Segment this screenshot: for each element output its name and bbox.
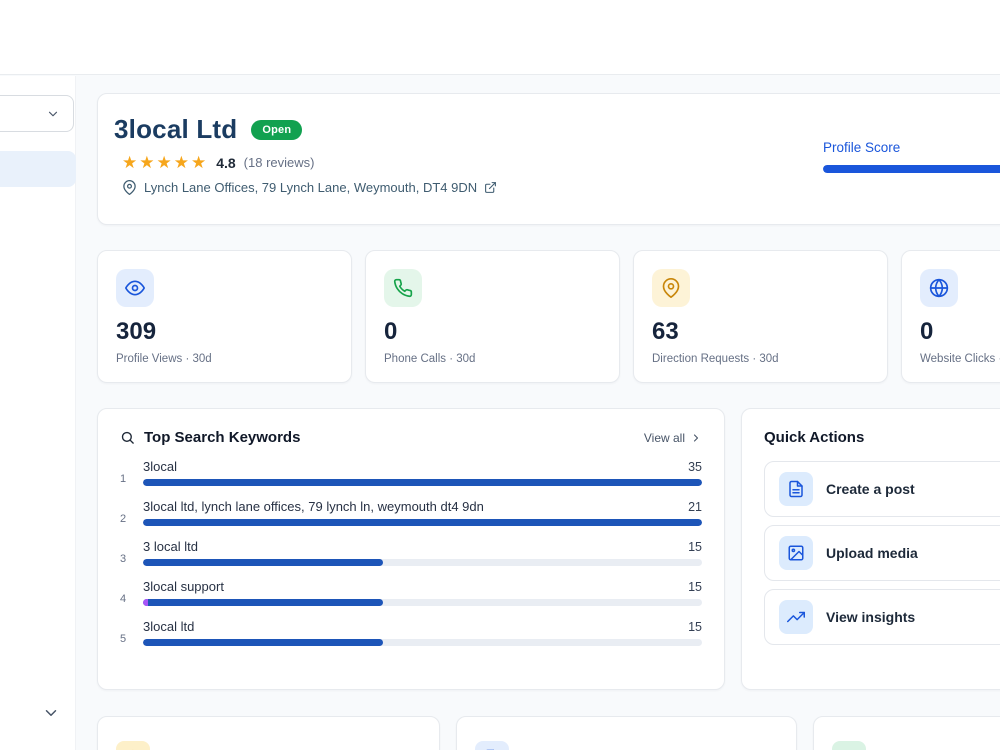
keyword-count: 15 (688, 620, 702, 634)
keyword-rank: 4 (120, 593, 127, 605)
profile-score-bar (823, 165, 1000, 173)
keyword-bar-fill (143, 479, 702, 486)
keyword-bar (143, 559, 702, 566)
sidebar (0, 76, 76, 750)
globe-icon (920, 269, 958, 307)
stat-label: Profile Views · 30d (116, 353, 212, 365)
keyword-bar (143, 519, 702, 526)
keyword-rank: 5 (120, 633, 127, 645)
document-icon (475, 741, 509, 750)
chevron-down-icon (46, 107, 60, 121)
keyword-rank: 1 (120, 473, 127, 485)
sidebar-collapse-chevron-down-icon[interactable] (42, 704, 60, 722)
media-icon (779, 536, 813, 570)
quick-action-label: Upload media (826, 545, 918, 561)
stat-value: 0 (920, 318, 934, 345)
keyword-row: 4 3local support 15 (120, 579, 702, 606)
keyword-count: 35 (688, 460, 702, 474)
quick-actions-title: Quick Actions (764, 429, 865, 446)
stat-card-direction-requests: 63 Direction Requests · 30d (633, 250, 888, 383)
keyword-rank: 2 (120, 513, 127, 525)
view-all-label: View all (643, 430, 685, 445)
media-section-card[interactable]: Media (813, 716, 1000, 750)
search-icon (120, 430, 135, 445)
keyword-row: 3 3 local ltd 15 (120, 539, 702, 566)
sidebar-item-active[interactable] (0, 151, 76, 187)
profile-score-label: Profile Score (823, 140, 901, 155)
rating-value: 4.8 (216, 154, 236, 171)
reviews-section-card[interactable]: Reviews (97, 716, 440, 750)
sidebar-location-select[interactable] (0, 95, 74, 132)
external-link-icon (484, 181, 497, 194)
address-text: Lynch Lane Offices, 79 Lynch Lane, Weymo… (144, 180, 478, 195)
keyword-term: 3local ltd, lynch lane offices, 79 lynch… (143, 499, 484, 514)
stat-value: 63 (652, 318, 679, 345)
stat-card-phone-calls: 0 Phone Calls · 30d (365, 250, 620, 383)
keyword-bar-fill (143, 599, 384, 606)
business-name: 3local Ltd (114, 114, 238, 144)
keyword-row: 1 3local 35 (120, 459, 702, 486)
keyword-term: 3local support (143, 579, 224, 594)
profile-score-block: Profile Score (823, 140, 1000, 173)
content-section-card[interactable]: Content (456, 716, 797, 750)
keyword-row: 5 3local ltd 15 (120, 619, 702, 646)
keyword-count: 21 (688, 500, 702, 514)
profile-score-bar-fill (823, 165, 1000, 173)
status-badge: Open (251, 119, 303, 140)
keyword-bar-fill (143, 639, 384, 646)
keyword-term: 3 local ltd (143, 539, 198, 554)
keyword-term: 3local ltd (143, 619, 195, 634)
create-post-button[interactable]: Create a post (764, 461, 1000, 517)
keyword-list: 1 3local 35 2 3local ltd, lynch lane off… (120, 459, 702, 646)
keyword-bar (143, 639, 702, 646)
quick-actions-card: Quick Actions Create a post Upload media… (741, 408, 1000, 690)
map-pin-icon (122, 180, 137, 195)
keyword-bar-fill (143, 519, 702, 526)
keyword-row: 2 3local ltd, lynch lane offices, 79 lyn… (120, 499, 702, 526)
quick-action-label: Create a post (826, 481, 915, 497)
keyword-count: 15 (688, 540, 702, 554)
keyword-term: 3local (143, 459, 177, 474)
keyword-bar (143, 479, 702, 486)
image-icon (832, 741, 866, 750)
business-title-row: 3local Ltd Open (98, 94, 1000, 145)
quick-action-label: View insights (826, 609, 916, 625)
business-header-card: 3local Ltd Open ★★★★★ 4.8 (18 reviews) L… (97, 93, 1000, 225)
insights-icon (779, 600, 813, 634)
stat-label: Phone Calls · 30d (384, 353, 476, 365)
view-insights-button[interactable]: View insights (764, 589, 1000, 645)
keyword-rank: 3 (120, 553, 127, 565)
stat-label: Website Clicks · 30d (920, 353, 1000, 365)
stat-value: 309 (116, 318, 157, 345)
stat-card-profile-views: 309 Profile Views · 30d (97, 250, 352, 383)
eye-icon (116, 269, 154, 307)
map-pin-icon (652, 269, 690, 307)
star-rating-icons: ★★★★★ (122, 153, 209, 172)
chevron-right-icon (690, 432, 702, 444)
star-icon (116, 741, 150, 750)
post-icon (779, 472, 813, 506)
keyword-count: 15 (688, 580, 702, 594)
phone-icon (384, 269, 422, 307)
keywords-card-title: Top Search Keywords (144, 429, 301, 446)
top-search-keywords-card: Top Search Keywords View all 1 3local 35… (97, 408, 725, 690)
view-all-link[interactable]: View all (644, 431, 702, 445)
keyword-bar (143, 599, 702, 606)
top-bar (0, 0, 1000, 75)
keyword-bar-fill (143, 559, 384, 566)
stat-card-website-clicks: 0 Website Clicks · 30d (901, 250, 1000, 383)
keyword-bar-accent (143, 599, 148, 606)
review-count: (18 reviews) (243, 155, 315, 170)
stat-label: Direction Requests · 30d (652, 353, 779, 365)
upload-media-button[interactable]: Upload media (764, 525, 1000, 581)
stat-value: 0 (384, 318, 398, 345)
address-link[interactable]: Lynch Lane Offices, 79 Lynch Lane, Weymo… (98, 171, 497, 195)
